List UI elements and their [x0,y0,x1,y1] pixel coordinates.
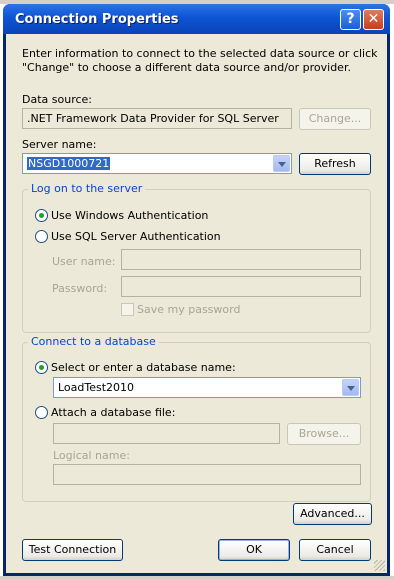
save-password-checkbox[interactable] [121,303,134,316]
data-source-field: .NET Framework Data Provider for SQL Ser… [22,108,292,129]
dialog-body: Enter information to connect to the sele… [6,34,387,573]
connection-properties-dialog: Connection Properties ? ✕ Enter informat… [3,4,390,576]
server-name-label: Server name: [22,138,97,151]
sql-auth-label[interactable]: Use SQL Server Authentication [51,230,221,243]
server-name-value: NSGD1000721 [27,157,111,170]
ok-button[interactable]: OK [218,539,290,561]
cancel-button[interactable]: Cancel [299,539,371,561]
password-field[interactable] [121,276,361,297]
advanced-button[interactable]: Advanced... [293,503,372,525]
logical-name-label: Logical name: [53,449,130,462]
database-name-combo[interactable]: LoadTest2010 [53,377,361,398]
dialog-title: Connection Properties [15,12,179,27]
question-icon: ? [346,11,355,27]
sql-auth-radio[interactable] [35,230,48,243]
save-password-label: Save my password [137,303,241,316]
password-label: Password: [52,282,108,295]
logical-name-field[interactable] [53,464,361,485]
attach-file-field[interactable] [53,423,280,444]
resize-grip[interactable] [374,560,385,571]
database-group-title: Connect to a database [28,335,159,348]
refresh-button[interactable]: Refresh [299,153,371,175]
user-name-field[interactable] [121,249,361,270]
intro-text-line-2: "Change" to choose a different data sour… [22,61,351,74]
close-button[interactable]: ✕ [363,9,384,30]
attach-database-radio[interactable] [35,406,48,419]
help-button[interactable]: ? [340,9,361,30]
user-name-label: User name: [52,255,116,268]
logon-group-title: Log on to the server [28,182,146,195]
data-source-label: Data source: [22,93,92,106]
windows-auth-label[interactable]: Use Windows Authentication [51,209,208,222]
test-connection-button[interactable]: Test Connection [22,539,123,561]
intro-text-line-1: Enter information to connect to the sele… [22,47,378,60]
change-button[interactable]: Change... [299,108,371,130]
chevron-down-icon[interactable] [273,155,290,172]
chevron-down-icon[interactable] [342,379,359,396]
server-name-combo[interactable]: NSGD1000721 [22,153,292,174]
windows-auth-radio[interactable] [35,209,48,222]
select-database-label[interactable]: Select or enter a database name: [51,361,236,374]
browse-button[interactable]: Browse... [287,423,361,445]
database-name-value: LoadTest2010 [58,381,135,394]
select-database-radio[interactable] [35,361,48,374]
attach-database-label[interactable]: Attach a database file: [51,406,175,419]
title-bar[interactable]: Connection Properties ? ✕ [3,4,390,34]
close-icon: ✕ [367,11,380,27]
